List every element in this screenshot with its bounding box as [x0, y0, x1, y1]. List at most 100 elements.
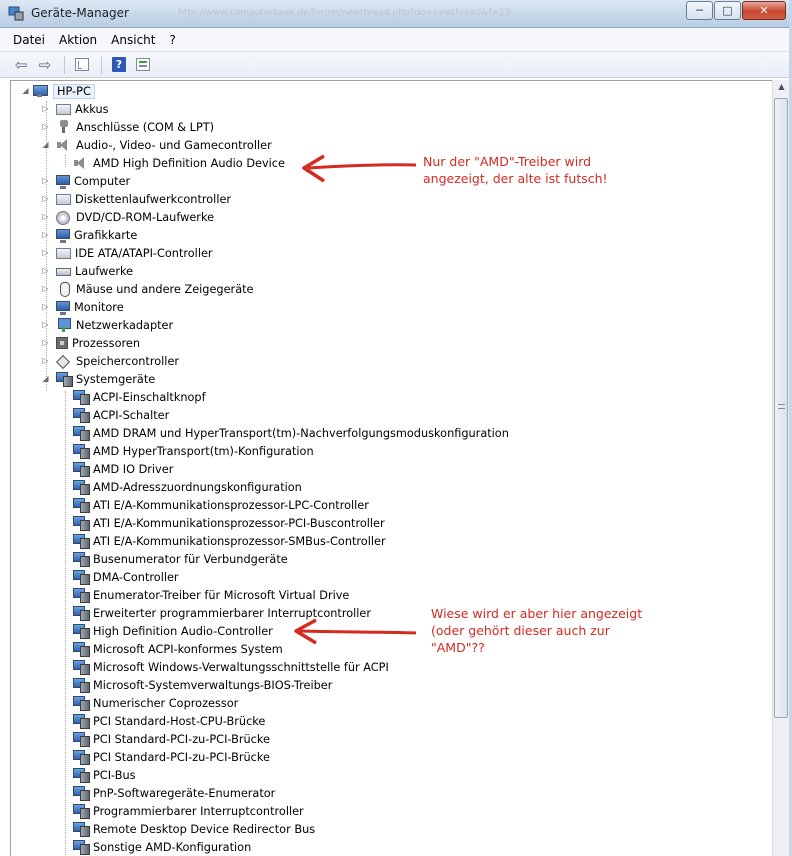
tree-category[interactable]: ▷ Computer [39, 172, 130, 190]
expand-toggle-icon[interactable]: ▷ [41, 284, 50, 293]
tree-device[interactable]: Remote Desktop Device Redirector Bus [73, 820, 315, 838]
tree-device[interactable]: PCI Standard-PCI-zu-PCI-Brücke [73, 748, 270, 766]
tree-device[interactable]: ATI E/A-Kommunikationsprozessor-PCI-Busc… [73, 514, 385, 532]
show-hide-tree-button[interactable] [71, 55, 93, 75]
tree-device[interactable]: Microsoft ACPI-konformes System [73, 640, 283, 658]
properties-button[interactable] [132, 55, 154, 75]
annotation-note-2: Wiese wird er aber hier angezeigt (oder … [431, 605, 642, 656]
collapse-toggle-icon[interactable]: ◢ [41, 140, 50, 149]
scroll-up-icon[interactable]: ▲ [773, 82, 790, 96]
system-device-icon [73, 606, 90, 621]
tree-category-label: IDE ATA/ATAPI-Controller [75, 246, 213, 260]
tree-device[interactable]: ACPI-Schalter [73, 406, 169, 424]
scrollbar-thumb[interactable] [774, 98, 788, 718]
tree-device[interactable]: High Definition Audio-Controller [73, 622, 273, 640]
system-device-icon [73, 588, 90, 603]
expand-toggle-icon[interactable]: ▷ [41, 230, 50, 239]
expand-toggle-icon[interactable]: ▷ [41, 122, 50, 131]
tree-category-label: Audio-, Video- und Gamecontroller [76, 138, 272, 152]
red-arrow-icon [294, 618, 417, 645]
tree-device[interactable]: PCI Standard-PCI-zu-PCI-Brücke [73, 730, 270, 748]
tree-root[interactable]: ◢ HP-PC [19, 82, 95, 100]
tree-device[interactable]: ACPI-Einschaltknopf [73, 388, 206, 406]
tree-category[interactable]: ▷ Netzwerkadapter [39, 316, 173, 334]
collapse-toggle-icon[interactable]: ◢ [21, 86, 30, 95]
tree-device[interactable]: Sonstige AMD-Konfiguration [73, 838, 251, 856]
computer-icon [33, 84, 49, 98]
tree-device[interactable]: DMA-Controller [73, 568, 179, 586]
tree-device-label: Remote Desktop Device Redirector Bus [93, 822, 316, 836]
tree-device[interactable]: AMD HyperTransport(tm)-Konfiguration [73, 442, 314, 460]
tree-category[interactable]: ▷ Diskettenlaufwerkcontroller [39, 190, 231, 208]
menu-ansicht[interactable]: Ansicht [111, 33, 155, 47]
tree-device-label: Microsoft-Systemverwaltungs-BIOS-Treiber [93, 678, 333, 692]
tree-category[interactable]: ▷ Akkus [39, 100, 109, 118]
tree-device[interactable]: Enumerator-Treiber für Microsoft Virtual… [73, 586, 349, 604]
toolbar: ⇦ ⇨ ? [0, 52, 792, 78]
expand-toggle-icon[interactable]: ▷ [41, 104, 50, 113]
expand-toggle-icon[interactable]: ▷ [41, 212, 50, 221]
tree-category[interactable]: ▷ Speichercontroller [39, 352, 179, 370]
system-device-icon [73, 624, 90, 639]
back-arrow-icon: ⇦ [14, 55, 28, 74]
vertical-scrollbar[interactable]: ▲ [772, 80, 789, 856]
expand-toggle-icon[interactable]: ▷ [41, 266, 50, 275]
expand-toggle-icon[interactable]: ▷ [41, 248, 50, 257]
annotation-line: (oder gehört dieser auch zur [431, 623, 610, 638]
tree-device[interactable]: AMD High Definition Audio Device [73, 154, 285, 172]
tree-device[interactable]: ATI E/A-Kommunikationsprozessor-SMBus-Co… [73, 532, 386, 550]
system-device-icon [73, 678, 90, 693]
tree-category[interactable]: ◢ Systemgeräte [39, 370, 155, 388]
tree-device-label: Programmierbarer Interruptcontroller [93, 804, 304, 818]
tree-device[interactable]: Busenumerator für Verbundgeräte [73, 550, 288, 568]
tree-device[interactable]: Microsoft Windows-Verwaltungsschnittstel… [73, 658, 389, 676]
tree-device[interactable]: Programmierbarer Interruptcontroller [73, 802, 304, 820]
expand-toggle-icon[interactable]: ▷ [41, 338, 50, 347]
red-arrow-icon [302, 154, 417, 183]
tree-device[interactable]: Numerischer Coprozessor [73, 694, 238, 712]
expand-toggle-icon[interactable]: ▷ [41, 302, 50, 311]
minimize-button[interactable]: ─ [686, 1, 713, 20]
maximize-button[interactable]: □ [714, 1, 741, 20]
expand-toggle-icon[interactable]: ▷ [41, 356, 50, 365]
tree-device[interactable]: AMD DRAM und HyperTransport(tm)-Nachverf… [73, 424, 509, 442]
back-button[interactable]: ⇦ [10, 55, 32, 75]
tree-device[interactable]: PCI-Bus [73, 766, 136, 784]
tree-category[interactable]: ▷ Mäuse und andere Zeigegeräte [39, 280, 254, 298]
close-button[interactable]: ✕ [742, 1, 786, 20]
annotation-line: Wiese wird er aber hier angezeigt [431, 606, 643, 621]
tree-guide-line [65, 391, 66, 856]
help-button[interactable]: ? [108, 55, 130, 75]
menu-help[interactable]: ? [169, 33, 175, 47]
forward-button[interactable]: ⇨ [34, 55, 56, 75]
tree-category[interactable]: ▷ Anschlüsse (COM & LPT) [39, 118, 214, 136]
tree-category-label: Monitore [74, 300, 124, 314]
tree-device[interactable]: ATI E/A-Kommunikationsprozessor-LPC-Cont… [73, 496, 369, 514]
tree-category[interactable]: ◢ Audio-, Video- und Gamecontroller [39, 136, 272, 154]
expand-toggle-icon[interactable]: ▷ [41, 194, 50, 203]
tree-category[interactable]: ▷ Laufwerke [39, 262, 133, 280]
tree-category[interactable]: ▷ Prozessoren [39, 334, 140, 352]
tree-category[interactable]: ▷ DVD/CD-ROM-Laufwerke [39, 208, 214, 226]
collapse-toggle-icon[interactable]: ◢ [41, 374, 50, 383]
tree-device[interactable]: Microsoft-Systemverwaltungs-BIOS-Treiber [73, 676, 332, 694]
expand-toggle-icon[interactable]: ▷ [41, 176, 50, 185]
device-tree[interactable]: ◢ HP-PC ▷ Akkus ▷ Anschlüsse (COM & LPT) ◢ Au… [10, 80, 772, 856]
menu-bar: Datei Aktion Ansicht ? [0, 28, 792, 52]
tree-device-label: ATI E/A-Kommunikationsprozessor-PCI-Busc… [93, 516, 385, 530]
tree-category[interactable]: ▷ Monitore [39, 298, 124, 316]
tree-device[interactable]: AMD-Adresszuordnungskonfiguration [73, 478, 302, 496]
tree-category[interactable]: ▷ Grafikkarte [39, 226, 137, 244]
tree-device[interactable]: PnP-Softwaregeräte-Enumerator [73, 784, 275, 802]
tree-device[interactable]: PCI Standard-Host-CPU-Brücke [73, 712, 265, 730]
tree-category-label: Akkus [75, 102, 109, 116]
tree-category[interactable]: ▷ IDE ATA/ATAPI-Controller [39, 244, 213, 262]
annotation-line: "AMD"?? [431, 640, 485, 655]
tree-category-label: Prozessoren [72, 336, 140, 350]
tree-root-label: HP-PC [53, 83, 95, 99]
expand-toggle-icon[interactable]: ▷ [41, 320, 50, 329]
tree-device[interactable]: AMD IO Driver [73, 460, 173, 478]
menu-datei[interactable]: Datei [13, 33, 45, 47]
system-device-icon [73, 390, 90, 405]
menu-aktion[interactable]: Aktion [59, 33, 97, 47]
